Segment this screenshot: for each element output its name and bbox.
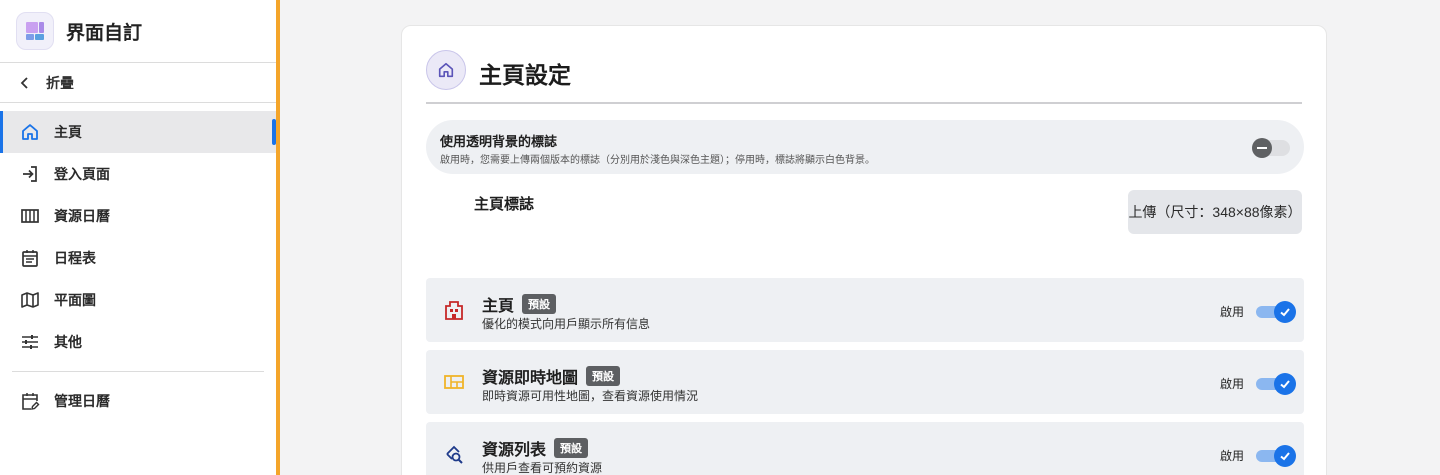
sidebar-item-label: 主頁	[54, 124, 82, 140]
sidebar-item-label: 日程表	[54, 250, 96, 266]
home-settings-card: 主頁設定 使用透明背景的標誌 啟用時，您需要上傳兩個版本的標誌（分別用於淺色與深…	[401, 25, 1327, 475]
sidebar-item-label: 資源日曆	[54, 208, 110, 224]
resource-search-icon	[442, 442, 466, 466]
module-live-map: 資源即時地圖 預設 即時資源可用性地圖，查看資源使用情況 啟用	[426, 350, 1304, 414]
sidebar-item-label: 管理日曆	[54, 393, 110, 409]
transparent-logo-setting: 使用透明背景的標誌 啟用時，您需要上傳兩個版本的標誌（分別用於淺色與深色主題）；…	[426, 120, 1304, 174]
transparent-logo-toggle[interactable]	[1252, 138, 1290, 158]
chevron-left-icon	[20, 76, 46, 89]
module-home: 主頁 預設 優化的模式向用戶顯示所有信息 啟用	[426, 278, 1304, 342]
default-badge: 預設	[522, 294, 557, 314]
enable-label: 啟用	[1219, 449, 1244, 463]
module-description: 即時資源可用性地圖，查看資源使用情況	[482, 389, 699, 403]
collapse-label: 折疊	[46, 74, 74, 91]
sidebar-item-home[interactable]: 主頁	[0, 111, 276, 153]
calendar-edit-icon	[20, 391, 54, 411]
sidebar-item-floor-plan[interactable]: 平面圖	[0, 279, 276, 321]
module-title-text: 主頁	[482, 298, 515, 315]
check-icon	[1274, 301, 1296, 323]
page-title: 主頁設定	[479, 62, 571, 88]
setting-title: 使用透明背景的標誌	[440, 134, 558, 149]
sidebar-divider	[12, 371, 264, 372]
active-indicator	[272, 119, 276, 145]
toggle-off-knob	[1252, 138, 1272, 158]
sidebar-item-manage-calendar[interactable]: 管理日曆	[0, 380, 276, 422]
sidebar-item-resource-calendar[interactable]: 資源日曆	[0, 195, 276, 237]
building-icon	[442, 298, 466, 322]
app-logo-icon	[16, 12, 54, 50]
enable-label: 啟用	[1219, 305, 1244, 319]
sidebar-item-label: 其他	[54, 334, 82, 350]
map-icon	[20, 290, 54, 310]
module-description: 優化的模式向用戶顯示所有信息	[482, 317, 651, 331]
module-resource-list: 資源列表 預設 供用戶查看可預約資源 啟用	[426, 422, 1304, 475]
module-description: 供用戶查看可預約資源	[482, 461, 603, 475]
module-home-toggle[interactable]	[1256, 301, 1300, 323]
sidebar: 界面自訂 折疊 主頁 登入頁面 資源日曆 日程表 平面圖 其他 管理日曆	[0, 0, 280, 475]
module-title: 主頁 預設	[482, 292, 557, 316]
check-icon	[1274, 373, 1296, 395]
collapse-button[interactable]: 折疊	[0, 63, 276, 103]
sidebar-item-schedule[interactable]: 日程表	[0, 237, 276, 279]
sidebar-item-other[interactable]: 其他	[0, 321, 276, 363]
setting-description: 啟用時，您需要上傳兩個版本的標誌（分別用於淺色與深色主題）；停用時，標誌將顯示白…	[440, 155, 875, 166]
calendar-columns-icon	[20, 206, 54, 226]
upload-logo-button[interactable]: 上傳（尺寸：348×88像素）	[1128, 190, 1302, 234]
module-resource-list-toggle[interactable]	[1256, 445, 1300, 467]
module-title: 資源即時地圖 預設	[482, 364, 621, 388]
module-live-map-toggle[interactable]	[1256, 373, 1300, 395]
app-title: 界面自訂	[66, 22, 143, 44]
login-icon	[20, 164, 54, 184]
floor-map-icon	[442, 370, 466, 394]
sidebar-header: 界面自訂	[0, 0, 276, 63]
module-title-text: 資源即時地圖	[482, 370, 579, 387]
schedule-icon	[20, 248, 54, 268]
default-badge: 預設	[586, 366, 621, 386]
sliders-icon	[20, 332, 54, 352]
module-title-text: 資源列表	[482, 442, 547, 459]
sidebar-item-label: 平面圖	[54, 292, 96, 308]
home-icon	[20, 122, 54, 142]
sidebar-item-label: 登入頁面	[54, 166, 110, 182]
home-icon	[426, 50, 466, 90]
enable-label: 啟用	[1219, 377, 1244, 391]
sidebar-item-login-page[interactable]: 登入頁面	[0, 153, 276, 195]
sidebar-nav: 主頁 登入頁面 資源日曆 日程表 平面圖 其他	[0, 103, 276, 363]
module-title: 資源列表 預設	[482, 436, 589, 460]
check-icon	[1274, 445, 1296, 467]
home-logo-label: 主頁標誌	[474, 196, 535, 213]
default-badge: 預設	[554, 438, 589, 458]
card-header: 主頁設定	[426, 50, 1302, 104]
